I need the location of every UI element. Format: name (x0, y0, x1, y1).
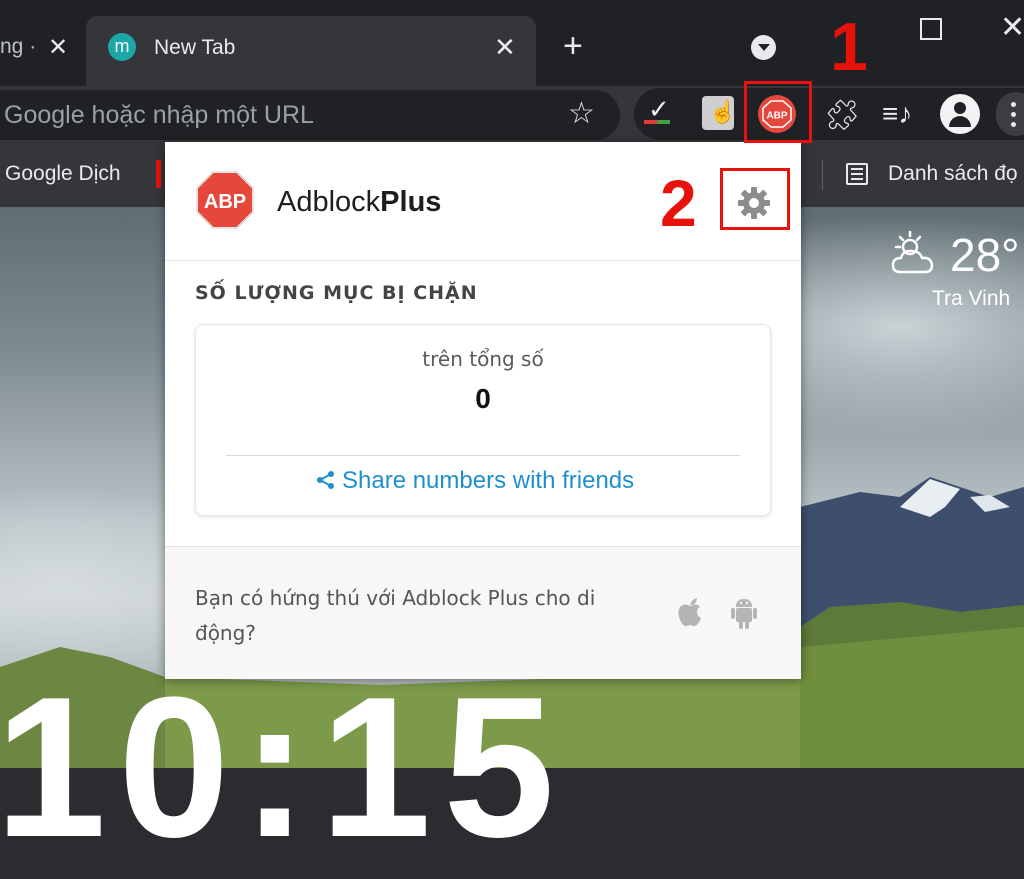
bookmark-google-dich[interactable]: Google Dịch (5, 162, 121, 186)
media-control-icon[interactable]: ≡♪ (882, 98, 912, 130)
address-bar-placeholder: Google hoặc nhập một URL (4, 101, 314, 129)
reading-list-button[interactable]: Danh sách đọ (888, 162, 1018, 186)
weather-city: Tra Vinh (932, 287, 1011, 310)
card-divider (226, 455, 740, 456)
total-blocked-value: 0 (475, 383, 491, 414)
tab-close-icon[interactable]: ✕ (494, 32, 516, 63)
weather-temperature: 28° (950, 229, 1020, 281)
profile-avatar-icon[interactable] (940, 94, 980, 134)
blocked-count-card: trên tổng số 0 Share numbers with friend… (195, 324, 771, 516)
tab-previous[interactable]: ng · ✕ (0, 22, 85, 72)
bookmark-star-icon[interactable]: ☆ (568, 96, 595, 131)
mobile-promo-text: Bạn có hứng thú với Adblock Plus cho di … (195, 586, 596, 645)
share-icon (317, 471, 334, 489)
bookmark-red-icon[interactable] (156, 160, 161, 188)
popup-footer: Bạn có hứng thú với Adblock Plus cho di … (165, 546, 801, 679)
new-tab-button[interactable]: + (563, 29, 583, 63)
tab-title: ng · (0, 35, 37, 58)
toolbar: Google hoặc nhập một URL ☆ (0, 86, 1024, 142)
clock: 10:15 (0, 656, 567, 879)
bookmarks-divider (822, 160, 823, 190)
highlight-settings-gear (720, 168, 790, 230)
step-number-2: 2 (660, 166, 697, 240)
total-label: trên tổng số (422, 347, 544, 371)
tab-strip: ng · ✕ m New Tab ✕ + ✕ (0, 0, 1024, 86)
popup-header: ABP AdblockPlus (165, 142, 801, 261)
partly-cloudy-icon (891, 230, 934, 274)
menu-icon[interactable] (996, 92, 1024, 136)
address-bar[interactable]: Google hoặc nhập một URL ☆ (0, 90, 620, 140)
check-extension-icon[interactable]: ✓ (640, 94, 674, 130)
abp-logo-label: ABP (204, 191, 246, 213)
apple-icon[interactable] (677, 597, 703, 627)
highlight-abp-extension (744, 81, 812, 143)
adblock-plus-popup: ABP AdblockPlus SỐ LƯỢNG MỤC BỊ CHẶN trê… (165, 142, 801, 679)
blocked-count-section-title: SỐ LƯỢNG MỤC BỊ CHẶN (195, 282, 478, 304)
tab-search-icon[interactable] (751, 35, 776, 60)
android-icon[interactable] (731, 597, 757, 629)
tab-new-tab[interactable]: m New Tab ✕ (86, 16, 536, 86)
share-link-label: Share numbers with friends (342, 467, 635, 494)
close-window-icon[interactable]: ✕ (1000, 10, 1024, 45)
share-numbers-link[interactable]: Share numbers with friends (316, 467, 634, 495)
adblock-plus-logo-icon: ABP (196, 171, 254, 229)
tab-title: New Tab (154, 36, 236, 59)
brand-name: AdblockPlus (277, 186, 442, 218)
maximize-icon[interactable] (920, 18, 942, 40)
step-number-1: 1 (830, 9, 868, 85)
reading-list-icon[interactable] (846, 163, 868, 185)
tab-close-icon[interactable]: ✕ (48, 33, 68, 62)
puzzle-icon[interactable]: 🧩︎ (823, 98, 861, 133)
touch-extension-icon[interactable]: ☝ (702, 96, 736, 130)
tab-favicon-icon: m (108, 33, 136, 61)
